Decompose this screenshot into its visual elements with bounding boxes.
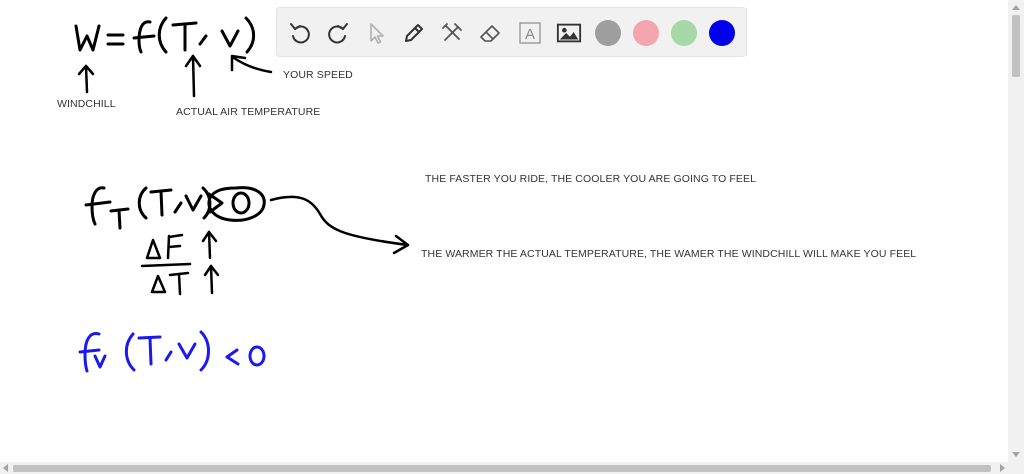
undo-icon	[290, 23, 310, 44]
handwriting-layer	[74, 16, 410, 373]
equation-ft-greater-zero	[84, 186, 266, 230]
select-arrow-icon	[370, 23, 384, 44]
scroll-down-arrow-icon[interactable]	[1012, 452, 1020, 457]
tools-button[interactable]	[439, 20, 465, 46]
equation-w-equals-f	[74, 16, 256, 54]
vertical-scrollbar-thumb[interactable]	[1012, 15, 1020, 77]
color-swatch-gray[interactable]	[595, 20, 621, 46]
svg-text:A: A	[525, 26, 535, 43]
drawing-toolbar: A	[276, 7, 747, 57]
label-actual-air-temperature: ACTUAL AIR TEMPERATURE	[176, 106, 321, 118]
scroll-right-arrow-icon[interactable]	[1000, 464, 1005, 472]
color-swatch-pink[interactable]	[633, 20, 659, 46]
color-swatch-blue[interactable]	[709, 20, 735, 46]
image-tool-button[interactable]	[556, 20, 582, 46]
text-tool-icon: A	[519, 22, 541, 44]
label-faster-ride: THE FASTER YOU RIDE, THE COOLER YOU ARE …	[425, 173, 757, 185]
curved-arrow	[269, 195, 410, 255]
eraser-icon	[480, 25, 500, 42]
scroll-up-arrow-icon[interactable]	[1012, 5, 1020, 10]
undo-button[interactable]	[287, 20, 313, 46]
delta-f-over-delta-t	[140, 230, 220, 296]
scroll-left-arrow-icon[interactable]	[3, 464, 8, 472]
pen-icon	[405, 24, 423, 42]
label-windchill: WINDCHILL	[57, 98, 116, 110]
text-tool-button[interactable]: A	[517, 20, 543, 46]
label-your-speed: YOUR SPEED	[283, 69, 353, 81]
color-swatch-green[interactable]	[671, 20, 697, 46]
whiteboard-canvas[interactable]: YOUR SPEED WINDCHILL ACTUAL AIR TEMPERAT…	[0, 0, 1008, 462]
label-warmer-temperature: THE WARMER THE ACTUAL TEMPERATURE, THE W…	[421, 248, 917, 260]
tools-icon	[442, 23, 462, 41]
horizontal-scrollbar-thumb[interactable]	[13, 465, 991, 472]
redo-button[interactable]	[325, 20, 351, 46]
redo-icon	[328, 23, 348, 44]
equation-fv-less-zero	[78, 330, 266, 373]
annotation-arrows-line1	[77, 54, 273, 98]
eraser-button[interactable]	[477, 20, 503, 46]
pen-tool-button[interactable]	[401, 20, 427, 46]
select-tool-button[interactable]	[363, 20, 389, 46]
image-icon	[556, 23, 582, 43]
